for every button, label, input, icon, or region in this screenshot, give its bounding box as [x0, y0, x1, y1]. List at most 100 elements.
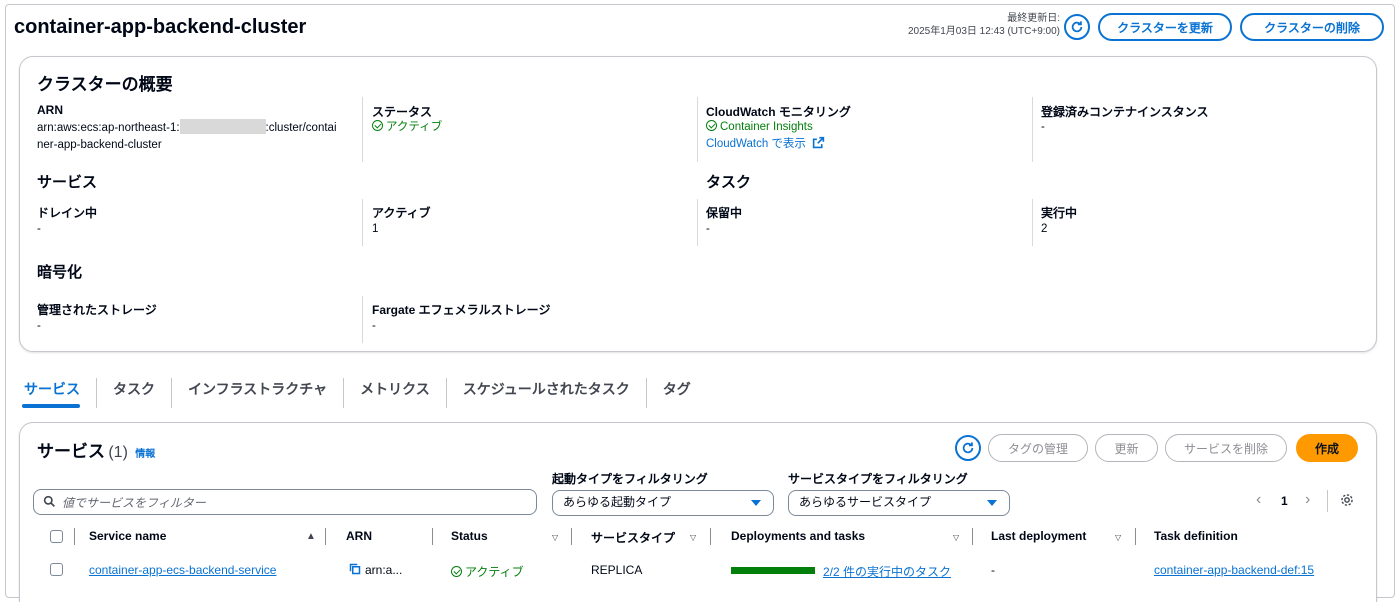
running-tasks-link[interactable]: 2/2 件の実行中のタスク	[823, 563, 951, 580]
page-number[interactable]: 1	[1281, 494, 1288, 508]
service-type-cell: REPLICA	[591, 563, 643, 577]
status-label: ステータス	[372, 105, 433, 119]
task-definition-link[interactable]: container-app-backend-def:15	[1154, 563, 1314, 577]
last-updated-label: 最終更新日:	[1007, 13, 1060, 24]
draining-value: -	[37, 223, 41, 235]
status-cell-text: アクティブ	[465, 565, 524, 579]
divider	[1032, 199, 1033, 246]
draining-label: ドレイン中	[37, 206, 98, 220]
column-divider	[432, 528, 433, 545]
sort-icon[interactable]: ▽	[690, 533, 696, 542]
sort-icon[interactable]: ▽	[552, 533, 558, 542]
external-link-icon	[812, 136, 825, 149]
col-last-deployment[interactable]: Last deployment	[991, 529, 1086, 543]
deployment-progress-bar	[731, 567, 815, 574]
page-title: container-app-backend-cluster	[14, 16, 307, 38]
tab-metrics[interactable]: メトリクス	[343, 378, 446, 408]
launch-filter-label: 起動タイプをフィルタリング	[552, 472, 708, 486]
sort-icon[interactable]: ▽	[953, 533, 959, 542]
create-service-button[interactable]: 作成	[1296, 434, 1358, 462]
tab-infrastructure[interactable]: インフラストラクチャ	[171, 378, 343, 408]
pending-value: -	[706, 223, 710, 235]
active-value: 1	[372, 223, 379, 235]
col-service-type[interactable]: サービスタイプ	[591, 529, 675, 546]
fargate-storage-value: -	[372, 320, 376, 332]
select-all-checkbox[interactable]	[50, 530, 63, 543]
search-icon	[43, 495, 55, 507]
gear-icon[interactable]	[1340, 493, 1354, 507]
tab-scheduled-tasks[interactable]: スケジュールされたタスク	[445, 378, 646, 408]
registered-instances-label: 登録済みコンテナインスタンス	[1041, 105, 1209, 119]
col-service-name[interactable]: Service name	[89, 529, 166, 543]
encryption-heading: 暗号化	[37, 264, 83, 281]
manage-tags-button[interactable]: タグの管理	[988, 434, 1088, 462]
copy-icon[interactable]	[349, 563, 361, 575]
check-circle-icon	[451, 566, 462, 577]
divider	[362, 296, 363, 343]
services-count: (1)	[108, 444, 128, 461]
divider	[697, 97, 698, 162]
column-divider	[972, 528, 973, 545]
prev-page-icon[interactable]: ‹	[1256, 491, 1261, 509]
arn-cell[interactable]: arn:a...	[349, 563, 402, 577]
col-status[interactable]: Status	[451, 529, 488, 543]
service-name-link[interactable]: container-app-ecs-backend-service	[89, 563, 276, 577]
col-task-definition[interactable]: Task definition	[1154, 529, 1238, 543]
cloudwatch-value: Container Insights	[706, 119, 813, 136]
col-deployments[interactable]: Deployments and tasks	[731, 529, 865, 543]
sort-icon[interactable]: ▽	[1115, 533, 1121, 542]
service-type-select[interactable]: あらゆるサービスタイプ	[788, 490, 1010, 516]
tab-tags[interactable]: タグ	[645, 378, 707, 408]
search-placeholder: 値でサービスをフィルター	[62, 496, 206, 510]
cluster-overview-panel	[19, 56, 1377, 352]
cloudwatch-link[interactable]: CloudWatch で表示	[706, 136, 825, 153]
column-divider	[571, 528, 572, 545]
registered-instances-value: -	[1041, 121, 1045, 133]
arn-value: arn:aws:ecs:ap-northeast-1: :cluster/cont…	[37, 119, 357, 154]
services-heading: サービス	[37, 174, 98, 191]
delete-service-button[interactable]: サービスを削除	[1165, 434, 1287, 462]
divider	[362, 199, 363, 246]
info-link[interactable]: 情報	[135, 449, 155, 460]
sort-ascending-icon[interactable]: ▲	[306, 531, 316, 542]
cloudwatch-text: Container Insights	[720, 121, 813, 133]
column-divider	[1135, 528, 1136, 545]
arn-prefix: arn:aws:ecs:ap-northeast-1:	[37, 122, 180, 134]
cloudwatch-link-text: CloudWatch で表示	[706, 138, 806, 150]
service-type-value: あらゆるサービスタイプ	[799, 495, 932, 509]
last-updated-value: 2025年1月03日 12:43 (UTC+9:00)	[907, 26, 1060, 37]
caret-down-icon	[751, 500, 761, 506]
divider	[1032, 97, 1033, 162]
redacted-account-id	[179, 119, 266, 134]
cluster-tabs: サービス タスク インフラストラクチャ メトリクス スケジュールされたタスク タ…	[22, 378, 707, 408]
arn-suffix: :cluster/contai	[265, 122, 337, 134]
search-input[interactable]: 値でサービスをフィルター	[33, 489, 537, 515]
update-service-button[interactable]: 更新	[1095, 434, 1158, 462]
services-refresh-button[interactable]	[955, 435, 981, 461]
tab-services[interactable]: サービス	[22, 378, 96, 408]
tab-tasks[interactable]: タスク	[96, 378, 171, 408]
arn-label: ARN	[37, 103, 63, 117]
status-text: アクティブ	[386, 121, 443, 133]
update-cluster-button[interactable]: クラスターを更新	[1098, 13, 1232, 41]
status-cell: アクティブ	[451, 563, 524, 580]
column-divider	[325, 528, 326, 545]
managed-storage-label: 管理されたストレージ	[37, 303, 157, 317]
arn-line2: ner-app-backend-cluster	[37, 139, 162, 151]
overview-heading: クラスターの概要	[37, 75, 173, 94]
column-divider	[74, 528, 75, 545]
last-deployment-cell: -	[991, 563, 995, 577]
pending-label: 保留中	[706, 206, 743, 220]
launch-type-select[interactable]: あらゆる起動タイプ	[552, 490, 774, 516]
caret-down-icon	[987, 500, 997, 506]
refresh-button[interactable]	[1064, 14, 1090, 40]
refresh-icon	[962, 442, 974, 454]
running-label: 実行中	[1041, 206, 1078, 220]
row-checkbox[interactable]	[50, 563, 63, 576]
divider	[697, 199, 698, 246]
managed-storage-value: -	[37, 320, 41, 332]
fargate-storage-label: Fargate エフェメラルストレージ	[372, 303, 551, 317]
delete-cluster-button[interactable]: クラスターの削除	[1240, 13, 1384, 41]
col-arn[interactable]: ARN	[346, 529, 372, 543]
next-page-icon[interactable]: ›	[1305, 491, 1310, 509]
